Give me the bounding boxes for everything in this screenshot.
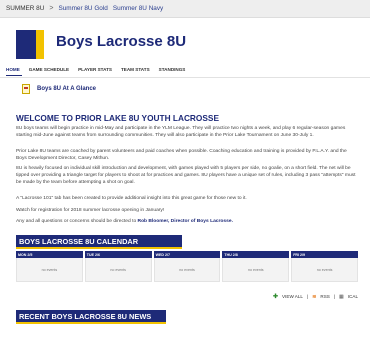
calendar-day: WED 2/7 no events xyxy=(153,251,221,282)
tab-team-stats[interactable]: TEAM STATS xyxy=(121,67,150,72)
document-icon xyxy=(22,84,30,94)
logo-navy-bar xyxy=(16,30,36,59)
ical-link[interactable]: ICAL xyxy=(348,294,358,299)
calendar-day: THU 2/8 no events xyxy=(222,251,290,282)
logo-gold-bar xyxy=(36,30,44,59)
calendar-day-label: FRI 2/9 xyxy=(291,251,358,258)
calendar-day: TUE 2/6 no events xyxy=(84,251,152,282)
calendar-day: MON 2/5 no events xyxy=(16,251,83,282)
calendar-day-events: no events xyxy=(153,258,221,282)
breadcrumb-root[interactable]: SUMMER 8U xyxy=(6,5,44,12)
welcome-paragraph-3: 8U is heavily focused on individual skil… xyxy=(16,166,356,185)
glance-link[interactable]: Boys 8U At A Glance xyxy=(37,86,96,92)
calendar-day-events: no events xyxy=(291,258,358,282)
active-tab-indicator xyxy=(6,75,22,76)
welcome-paragraph-2: Prior Lake 8U teams are coached by paren… xyxy=(16,149,347,161)
welcome-paragraph-5: Watch for registration for 2018 summer l… xyxy=(16,208,165,213)
calendar-day-events: no events xyxy=(222,258,290,282)
rss-link[interactable]: RSS xyxy=(320,294,329,299)
calendar-day-label: WED 2/7 xyxy=(153,251,221,258)
calendar-day-events: no events xyxy=(84,258,152,282)
link-separator: | xyxy=(333,294,336,299)
team-nav: HOME GAME SCHEDULE PLAYER STATS TEAM STA… xyxy=(6,64,185,74)
calendar-day-label: THU 2/8 xyxy=(222,251,290,258)
breadcrumb-link-navy[interactable]: Summer 8U Navy xyxy=(113,5,163,12)
view-all-link[interactable]: VIEW ALL xyxy=(282,294,303,299)
calendar-grid: MON 2/5 no events TUE 2/6 no events WED … xyxy=(16,251,358,282)
team-title[interactable]: Boys Lacrosse 8U xyxy=(56,33,186,50)
tab-player-stats[interactable]: PLAYER STATS xyxy=(78,67,112,72)
tab-standings[interactable]: STANDINGS xyxy=(159,67,186,72)
welcome-heading: WELCOME TO PRIOR LAKE 8U YOUTH LACROSSE xyxy=(16,113,219,123)
contact-prefix: Any and all questions or concerns should… xyxy=(16,219,137,224)
tab-game-schedule[interactable]: GAME SCHEDULE xyxy=(29,67,69,72)
chevron-right-icon: > xyxy=(49,5,54,12)
welcome-paragraph-4: A "Lacrosse 101" tab has been created to… xyxy=(16,196,247,201)
news-heading: RECENT BOYS LACROSSE 8U NEWS xyxy=(16,310,166,324)
welcome-paragraph-6: Any and all questions or concerns should… xyxy=(16,218,358,225)
team-logo[interactable] xyxy=(16,30,44,59)
director-link[interactable]: Rob Bloomer, Director of Boys Lacrosse. xyxy=(138,219,233,224)
calendar-day-label: TUE 2/6 xyxy=(84,251,152,258)
breadcrumb: SUMMER 8U > Summer 8U Gold Summer 8U Nav… xyxy=(0,0,370,18)
link-separator: | xyxy=(306,294,309,299)
calendar-links: ✚ VIEW ALL | ≋ RSS | ▦ ICAL xyxy=(273,293,358,301)
nav-divider xyxy=(0,77,370,78)
calendar-icon: ▦ xyxy=(339,293,344,300)
plus-icon: ✚ xyxy=(273,294,279,300)
rss-icon: ≋ xyxy=(312,293,317,300)
calendar-day: FRI 2/9 no events xyxy=(291,251,358,282)
tab-home[interactable]: HOME xyxy=(6,67,20,72)
breadcrumb-link-gold[interactable]: Summer 8U Gold xyxy=(58,5,107,12)
calendar-day-label: MON 2/5 xyxy=(16,251,83,258)
calendar-day-events: no events xyxy=(16,258,83,282)
welcome-paragraph-1: 8U boys teams will begin practice in mid… xyxy=(16,126,346,138)
calendar-heading: BOYS LACROSSE 8U CALENDAR xyxy=(16,235,182,249)
